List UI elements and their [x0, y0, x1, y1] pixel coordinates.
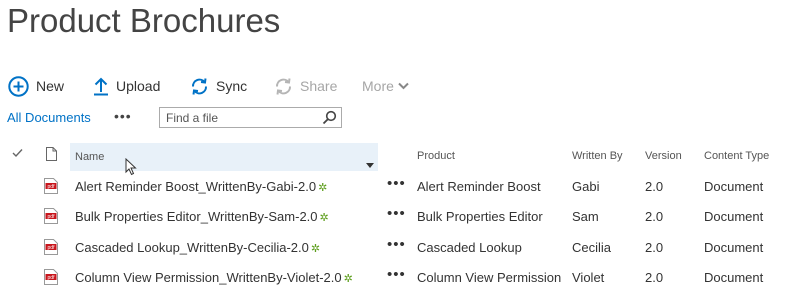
share-label: Share — [300, 78, 338, 94]
product-cell: Column View Permission — [417, 270, 562, 285]
new-item-icon: ✲ — [343, 273, 353, 285]
file-name-link[interactable]: Cascaded Lookup_WrittenBy-Cecilia-2.0 ✲ — [75, 239, 320, 258]
search-box — [159, 107, 342, 128]
table-row[interactable]: pdf Alert Reminder Boost_WrittenBy-Gabi-… — [0, 175, 788, 208]
svg-text:pdf: pdf — [48, 184, 56, 190]
select-all-checkmark-icon[interactable] — [12, 148, 23, 161]
upload-button[interactable]: Upload — [93, 74, 160, 98]
written-by-cell: Violet — [572, 270, 605, 285]
written-by-cell: Sam — [572, 209, 599, 224]
pdf-icon: pdf — [44, 208, 58, 229]
version-cell: 2.0 — [645, 179, 664, 194]
file-name[interactable]: Cascaded Lookup_WrittenBy-Cecilia-2.0 — [75, 240, 309, 255]
content-type-cell: Document — [704, 270, 764, 285]
new-item-icon: ✲ — [319, 212, 329, 224]
magnifier-icon[interactable] — [322, 110, 337, 130]
file-name-link[interactable]: Alert Reminder Boost_WrittenBy-Gabi-2.0 ✲ — [75, 178, 327, 197]
sync-button[interactable]: Sync — [190, 74, 247, 98]
views-more-button[interactable]: ••• — [114, 108, 132, 124]
file-name[interactable]: Alert Reminder Boost_WrittenBy-Gabi-2.0 — [75, 179, 316, 194]
new-item-icon: ✲ — [310, 243, 321, 255]
product-cell: Alert Reminder Boost — [417, 179, 541, 194]
svg-text:pdf: pdf — [48, 275, 56, 281]
view-all-documents[interactable]: All Documents — [7, 110, 91, 125]
content-type-cell: Document — [704, 179, 764, 194]
plus-circle-icon — [8, 75, 29, 97]
product-cell: Cascaded Lookup — [417, 240, 522, 255]
svg-text:pdf: pdf — [48, 214, 56, 220]
content-type-cell: Document — [704, 240, 764, 255]
upload-arrow-icon — [93, 76, 109, 96]
sort-dropdown-icon[interactable] — [366, 155, 374, 173]
file-type-header-icon — [46, 147, 57, 164]
version-column-header[interactable]: Version — [645, 150, 682, 162]
new-button[interactable]: New — [8, 74, 64, 98]
content-type-column-header[interactable]: Content Type — [704, 150, 769, 162]
svg-text:pdf: pdf — [48, 245, 56, 251]
pdf-icon: pdf — [44, 239, 58, 260]
version-cell: 2.0 — [645, 240, 664, 255]
file-name-link[interactable]: Column View Permission_WrittenBy-Violet-… — [75, 269, 353, 288]
table-row[interactable]: pdf Column View Permission_WrittenBy-Vio… — [0, 266, 788, 299]
table-row[interactable]: pdf Bulk Properties Editor_WrittenBy-Sam… — [0, 205, 788, 238]
sync-label: Sync — [216, 78, 248, 94]
content-type-cell: Document — [704, 209, 764, 224]
new-item-icon: ✲ — [318, 182, 328, 194]
product-cell: Bulk Properties Editor — [417, 209, 543, 224]
upload-label: Upload — [116, 78, 161, 94]
file-name[interactable]: Bulk Properties Editor_WrittenBy-Sam-2.0 — [75, 209, 318, 224]
item-actions-button[interactable]: ••• — [387, 266, 406, 283]
written-by-cell: Gabi — [572, 179, 600, 194]
share-icon — [274, 77, 293, 96]
name-column-header[interactable]: Name — [70, 143, 378, 176]
pdf-icon: pdf — [44, 269, 58, 290]
item-actions-button[interactable]: ••• — [387, 175, 406, 192]
written-by-cell: Cecilia — [572, 240, 612, 255]
page-title: Product Brochures — [7, 2, 281, 39]
version-cell: 2.0 — [645, 209, 664, 224]
file-name-link[interactable]: Bulk Properties Editor_WrittenBy-Sam-2.0… — [75, 208, 329, 227]
table-row[interactable]: pdf Cascaded Lookup_WrittenBy-Cecilia-2.… — [0, 236, 788, 269]
more-label: More — [362, 78, 394, 94]
file-name[interactable]: Column View Permission_WrittenBy-Violet-… — [75, 270, 342, 285]
product-column-header[interactable]: Product — [417, 150, 455, 162]
written-by-column-header[interactable]: Written By — [572, 150, 623, 162]
name-column-label: Name — [75, 151, 105, 163]
more-button[interactable]: More — [362, 74, 409, 98]
new-label: New — [36, 78, 65, 94]
item-actions-button[interactable]: ••• — [387, 205, 406, 222]
share-button[interactable]: Share — [274, 74, 337, 98]
search-input[interactable] — [160, 108, 316, 127]
version-cell: 2.0 — [645, 270, 664, 285]
item-actions-button[interactable]: ••• — [387, 236, 406, 253]
chevron-down-icon — [398, 82, 409, 90]
pdf-icon: pdf — [44, 178, 58, 199]
sync-icon — [190, 77, 209, 96]
